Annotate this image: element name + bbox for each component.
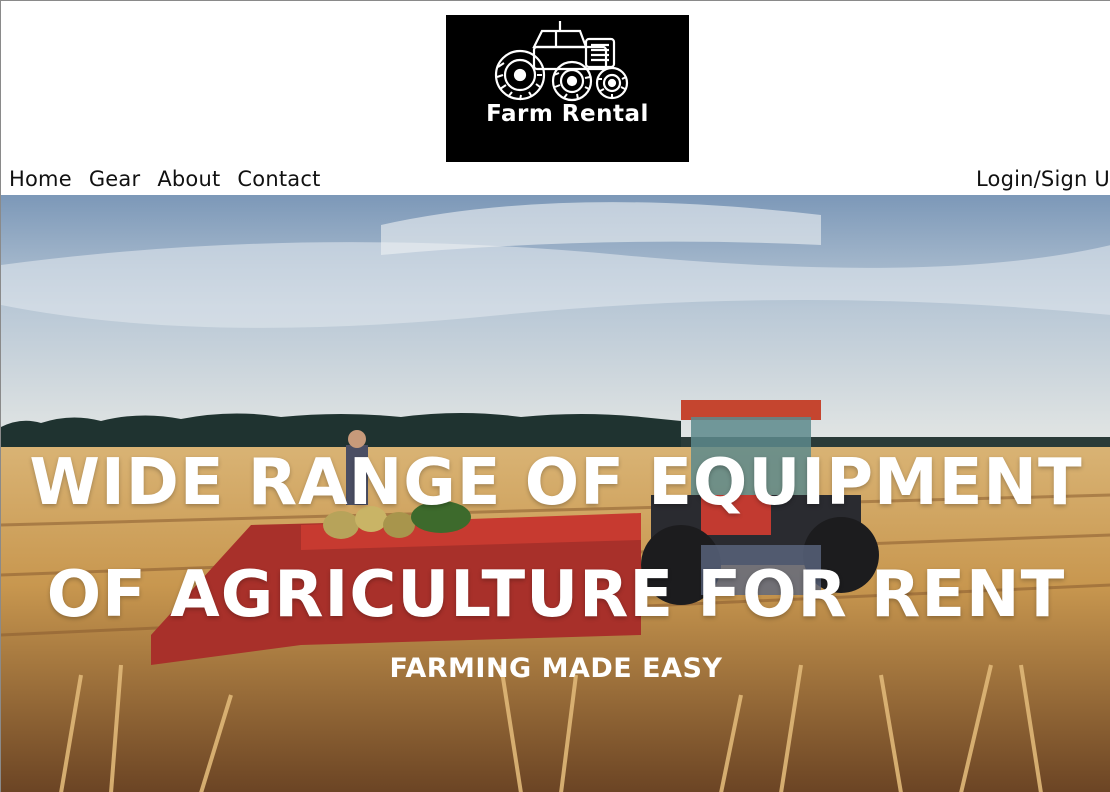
hero-title-line-1: WIDE RANGE OF EQUIPMENT [29,446,1083,520]
hero-subtitle: FARMING MADE EASY [389,653,723,684]
nav-contact[interactable]: Contact [237,167,320,191]
hero-title-line-2: OF AGRICULTURE FOR RENT [46,558,1066,632]
hero-banner: WIDE RANGE OF EQUIPMENT OF AGRICULTURE F… [1,195,1110,792]
main-nav: Home Gear About Contact [9,164,338,194]
tractor-icon [494,21,629,102]
nav-home[interactable]: Home [9,167,72,191]
hero-title: WIDE RANGE OF EQUIPMENT OF AGRICULTURE F… [1,427,1110,651]
logo-text: Farm Rental [486,101,649,127]
site-header: Farm Rental Home Gear About Contact Logi… [1,1,1110,195]
nav-gear[interactable]: Gear [89,167,141,191]
login-signup-link[interactable]: Login/Sign Up [976,164,1110,194]
nav-about[interactable]: About [157,167,220,191]
logo[interactable]: Farm Rental [446,15,689,162]
